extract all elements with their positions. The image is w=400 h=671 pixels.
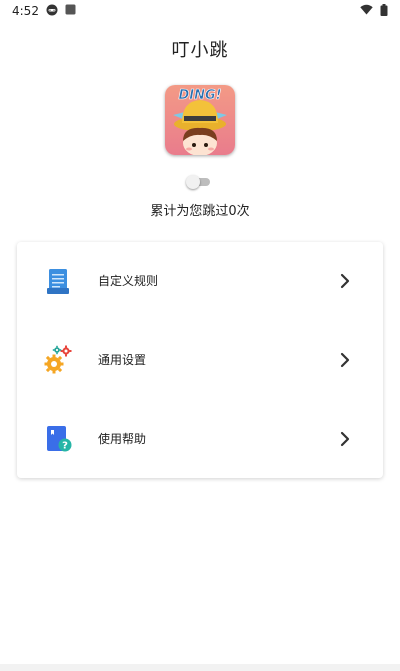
status-left: 4:52: [12, 4, 76, 19]
menu-item-general-settings[interactable]: 通用设置: [17, 321, 383, 399]
menu-card: 自定义规则 通用设置 ? 使用帮助: [17, 242, 383, 478]
app-logo: DING!: [165, 85, 235, 155]
status-bar: 4:52: [0, 0, 400, 22]
menu-item-label: 使用帮助: [98, 432, 147, 446]
wifi-icon: [360, 4, 373, 18]
chevron-right-icon: [339, 273, 351, 289]
status-right: [360, 3, 388, 19]
help-book-icon: ?: [43, 424, 73, 454]
skip-count-text: 累计为您跳过0次: [150, 204, 250, 219]
menu-item-label: 自定义规则: [98, 274, 159, 288]
chevron-right-icon: [339, 352, 351, 368]
menu-item-help[interactable]: ? 使用帮助: [17, 400, 383, 478]
system-nav-bar: [0, 664, 400, 671]
status-time: 4:52: [12, 4, 39, 18]
logo-text: DING!: [178, 88, 221, 103]
menu-item-custom-rules[interactable]: 自定义规则: [17, 242, 383, 320]
square-app-icon: [65, 4, 76, 18]
document-icon: [43, 266, 73, 296]
battery-icon: [380, 3, 388, 19]
service-toggle[interactable]: [186, 175, 210, 189]
toggle-thumb: [186, 175, 200, 189]
gears-icon: [43, 345, 73, 375]
app-title: 叮小跳: [171, 40, 229, 61]
game-controller-icon: [46, 4, 58, 19]
svg-text:?: ?: [62, 441, 68, 452]
chevron-right-icon: [339, 431, 351, 447]
menu-item-label: 通用设置: [98, 353, 147, 367]
